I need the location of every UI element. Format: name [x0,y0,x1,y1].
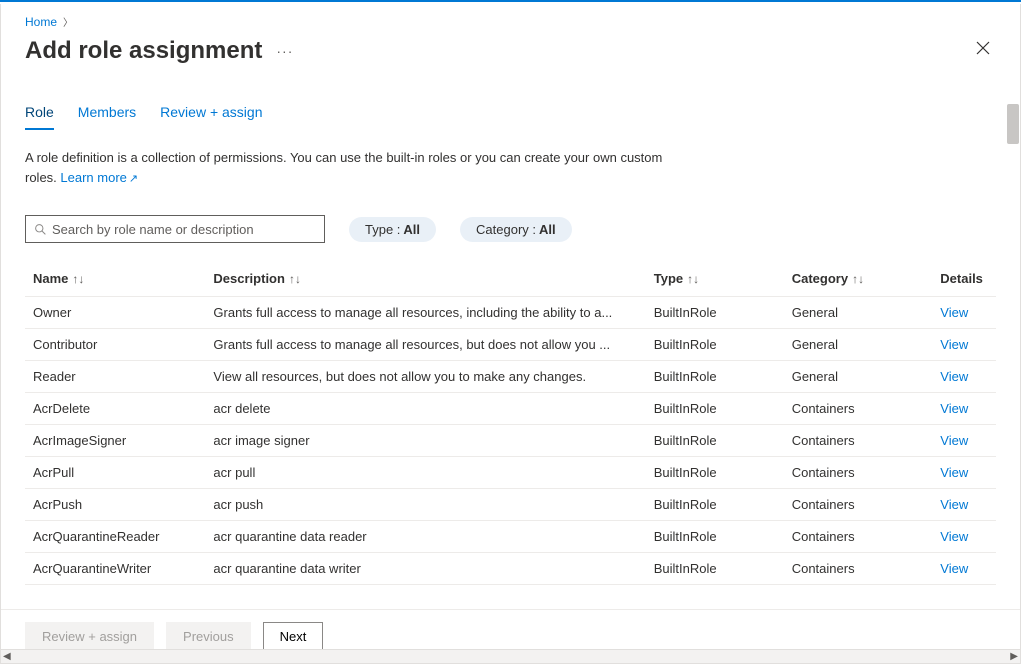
search-input[interactable] [26,216,324,242]
column-header-description[interactable]: Description↑↓ [205,261,645,297]
role-category-cell: Containers [784,457,933,489]
breadcrumb: Home 〉 [1,4,1020,29]
view-link[interactable]: View [940,401,968,416]
role-description-cell: Grants full access to manage all resourc… [213,337,613,352]
table-row[interactable]: AcrPush acr push BuiltInRoleContainers View [25,489,996,521]
sort-icon: ↑↓ [852,272,864,286]
sort-icon: ↑↓ [289,272,301,286]
role-category-cell: Containers [784,553,933,585]
column-header-details: Details [932,261,996,297]
close-button[interactable] [970,35,996,66]
description-text: A role definition is a collection of per… [25,148,665,187]
table-row[interactable]: AcrDelete acr delete BuiltInRoleContainers… [25,393,996,425]
chevron-right-icon: 〉 [63,14,73,29]
sort-icon: ↑↓ [72,272,84,286]
table-row[interactable]: AcrQuarantineReader acr quarantine data r… [25,521,996,553]
table-row[interactable]: Contributor Grants full access to manage … [25,329,996,361]
role-type-cell: BuiltInRole [646,489,784,521]
role-type-cell: BuiltInRole [646,425,784,457]
view-link[interactable]: View [940,561,968,576]
sort-icon: ↑↓ [687,272,699,286]
search-box[interactable] [25,215,325,243]
role-description-cell: acr push [213,497,613,512]
role-category-cell: General [784,297,933,329]
role-type-cell: BuiltInRole [646,393,784,425]
scrollbar-thumb[interactable] [1007,104,1019,144]
role-category-cell: Containers [784,521,933,553]
view-link[interactable]: View [940,529,968,544]
next-button[interactable]: Next [263,622,324,651]
view-link[interactable]: View [940,305,968,320]
previous-button: Previous [166,622,251,651]
table-row[interactable]: AcrPull acr pull BuiltInRoleContainers View [25,457,996,489]
role-category-cell: Containers [784,393,933,425]
role-category-cell: Containers [784,489,933,521]
table-row[interactable]: Reader View all resources, but does not a… [25,361,996,393]
horizontal-scrollbar[interactable]: ◀ ▶ [1,649,1020,663]
more-actions-button[interactable]: ··· [276,43,293,59]
role-type-cell: BuiltInRole [646,329,784,361]
page-header: Add role assignment ··· [1,29,1020,80]
review-assign-button: Review + assign [25,622,154,651]
role-type-cell: BuiltInRole [646,297,784,329]
role-name-cell: AcrDelete [25,393,205,425]
tab-role[interactable]: Role [25,104,54,130]
category-filter-pill[interactable]: Category : All [460,217,572,242]
role-type-cell: BuiltInRole [646,361,784,393]
role-description-cell: acr image signer [213,433,613,448]
role-name-cell: Owner [25,297,205,329]
role-name-cell: Contributor [25,329,205,361]
page-title: Add role assignment [25,37,262,65]
role-type-cell: BuiltInRole [646,521,784,553]
role-type-cell: BuiltInRole [646,553,784,585]
search-icon [34,223,47,236]
role-type-cell: BuiltInRole [646,457,784,489]
table-row[interactable]: AcrQuarantineWriter acr quarantine data w… [25,553,996,585]
role-name-cell: AcrPull [25,457,205,489]
view-link[interactable]: View [940,433,968,448]
external-link-icon: ↗ [129,173,138,185]
filter-toolbar: Type : All Category : All [25,215,996,243]
role-name-cell: Reader [25,361,205,393]
roles-table: Name↑↓ Description↑↓ Type↑↓ Category↑↓ D… [25,261,996,585]
scroll-left-icon[interactable]: ◀ [3,651,11,662]
content-scroll[interactable]: Role Members Review + assign A role defi… [1,80,1020,609]
role-category-cell: Containers [784,425,933,457]
role-category-cell: General [784,329,933,361]
column-header-name[interactable]: Name↑↓ [25,261,205,297]
type-filter-pill[interactable]: Type : All [349,217,436,242]
close-icon [976,41,990,55]
role-description-cell: acr quarantine data writer [213,561,613,576]
tab-review-assign[interactable]: Review + assign [160,104,262,130]
table-row[interactable]: AcrImageSigner acr image signer BuiltInRol… [25,425,996,457]
learn-more-link[interactable]: Learn more↗ [60,170,138,185]
breadcrumb-home[interactable]: Home [25,15,57,29]
view-link[interactable]: View [940,497,968,512]
role-name-cell: AcrQuarantineWriter [25,553,205,585]
role-description-cell: Grants full access to manage all resourc… [213,305,613,320]
column-header-type[interactable]: Type↑↓ [646,261,784,297]
role-name-cell: AcrPush [25,489,205,521]
role-description-cell: View all resources, but does not allow y… [213,369,613,384]
role-description-cell: acr pull [213,465,613,480]
role-name-cell: AcrImageSigner [25,425,205,457]
view-link[interactable]: View [940,465,968,480]
table-row[interactable]: Owner Grants full access to manage all re… [25,297,996,329]
role-description-cell: acr delete [213,401,613,416]
scroll-right-icon[interactable]: ▶ [1010,651,1018,662]
view-link[interactable]: View [940,369,968,384]
role-name-cell: AcrQuarantineReader [25,521,205,553]
tab-members[interactable]: Members [78,104,136,130]
role-description-cell: acr quarantine data reader [213,529,613,544]
role-category-cell: General [784,361,933,393]
column-header-category[interactable]: Category↑↓ [784,261,933,297]
tab-bar: Role Members Review + assign [25,104,996,130]
view-link[interactable]: View [940,337,968,352]
